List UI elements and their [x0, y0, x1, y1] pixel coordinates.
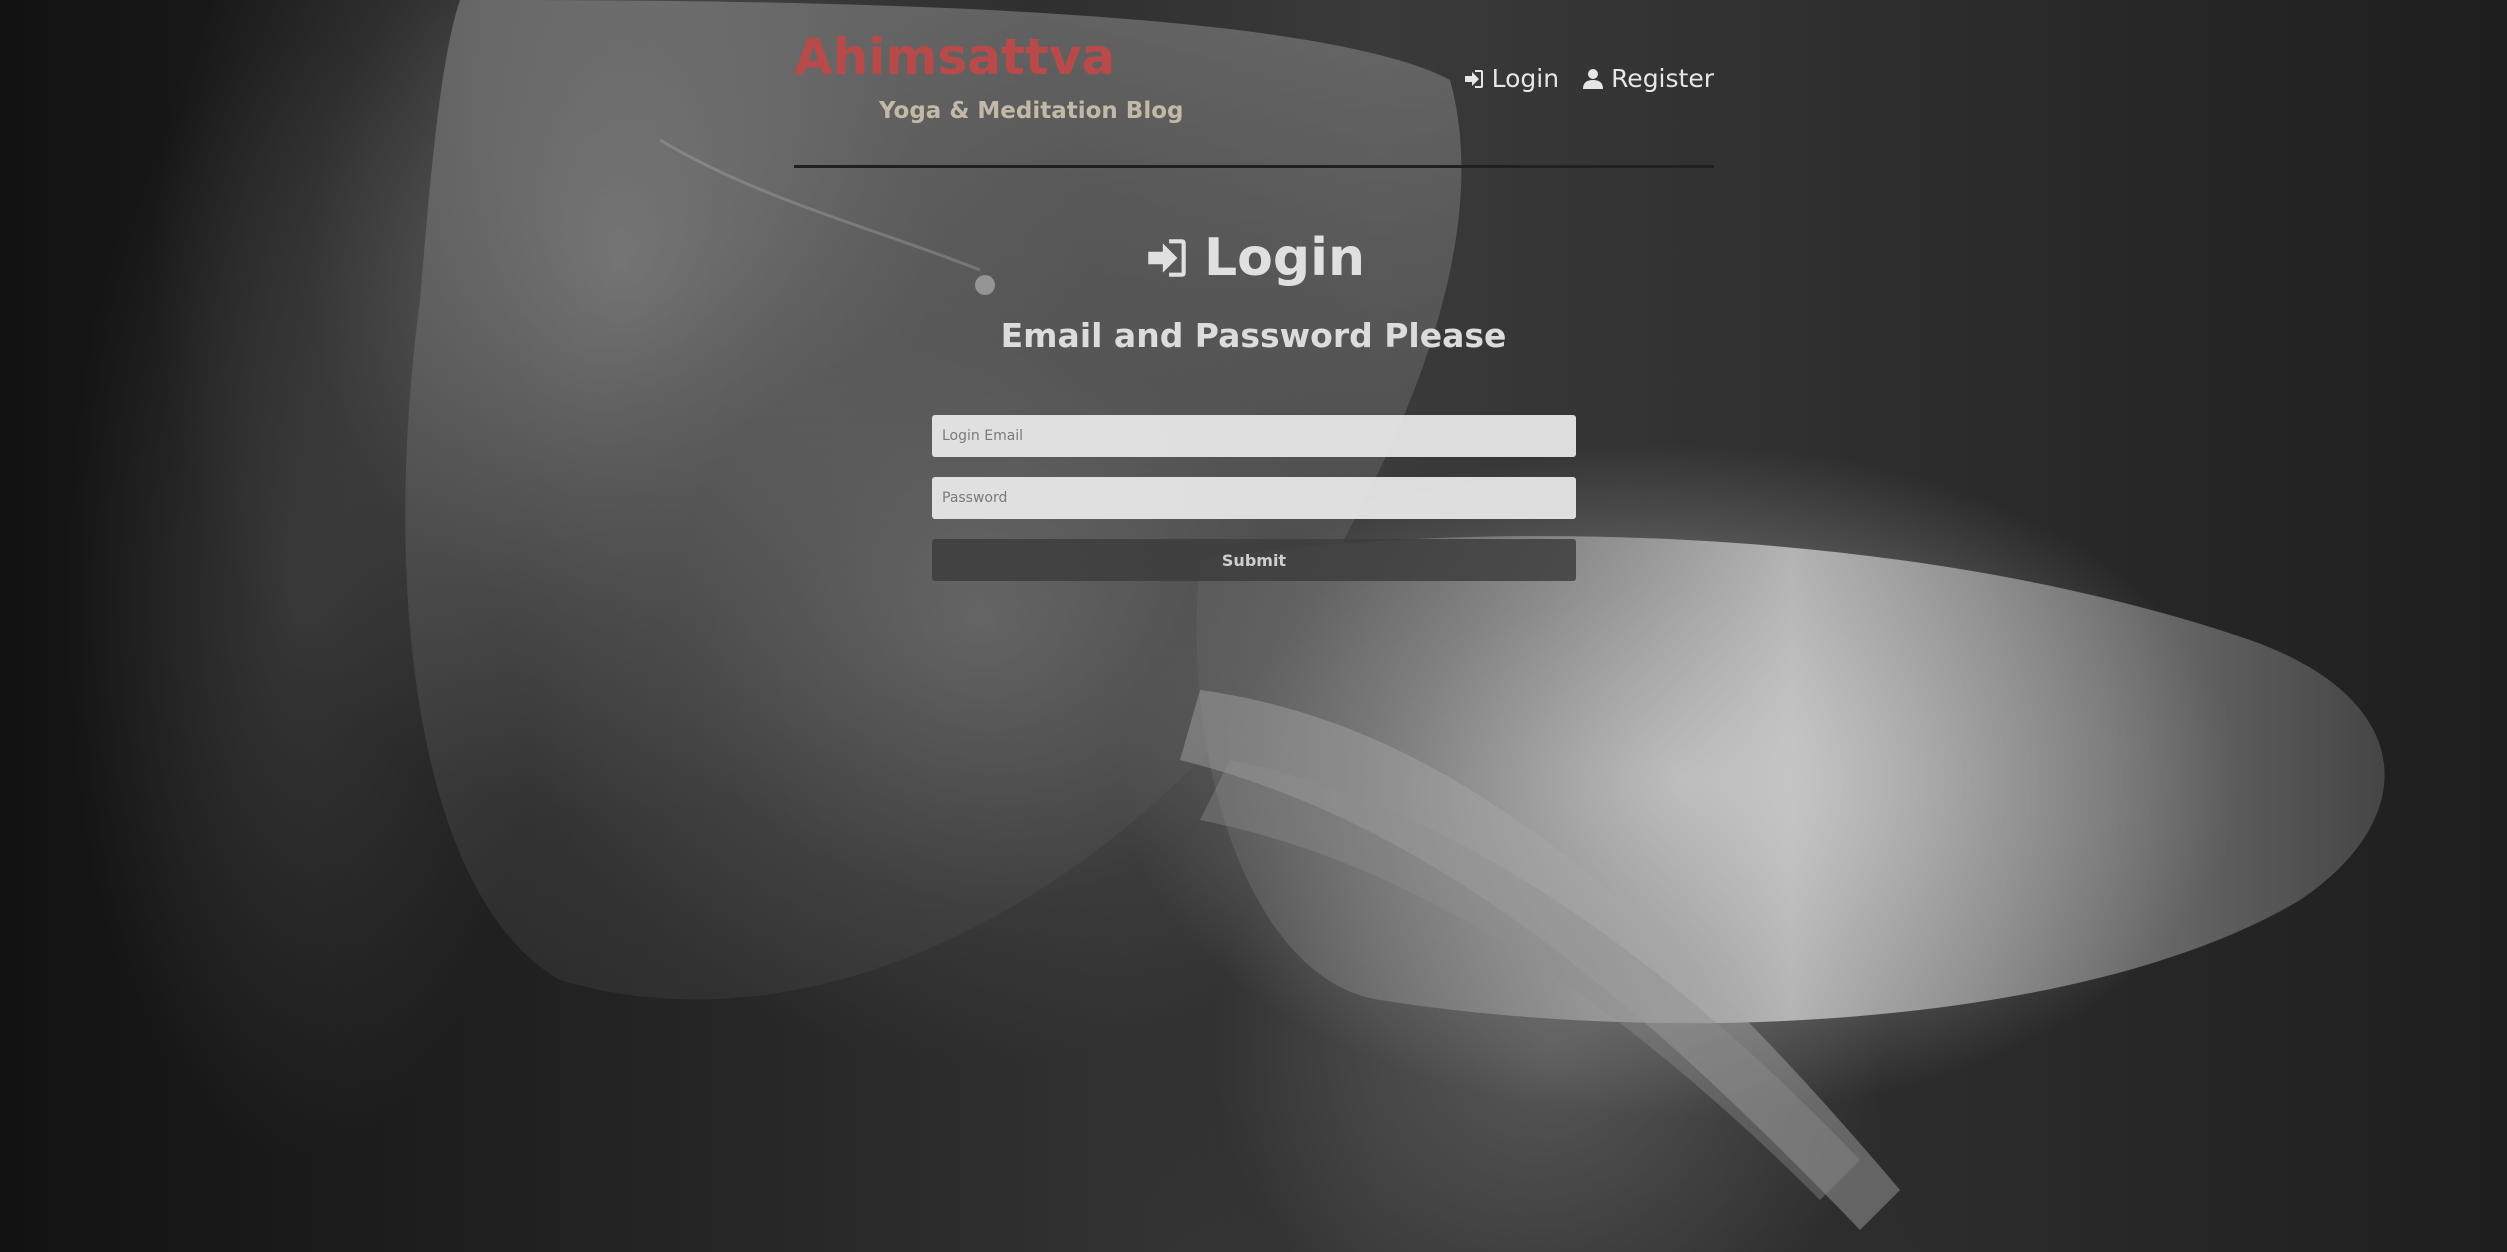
- brand-title[interactable]: Ahimsattva: [794, 28, 1115, 86]
- submit-button[interactable]: Submit: [932, 539, 1576, 581]
- sign-in-icon: [1464, 69, 1483, 88]
- nav-register-link[interactable]: Register: [1581, 64, 1714, 93]
- password-field[interactable]: [932, 477, 1576, 519]
- site-header: Ahimsattva Yoga & Meditation Blog Login …: [794, 22, 1714, 168]
- page-subtitle: Email and Password Please: [1000, 316, 1507, 355]
- nav-register-label: Register: [1611, 64, 1714, 93]
- sign-in-icon: [1148, 239, 1186, 277]
- background-photo: [405, 0, 2385, 1230]
- email-field[interactable]: [932, 415, 1576, 457]
- page-title: Login: [0, 228, 2507, 296]
- nav-login-link[interactable]: Login: [1462, 64, 1559, 93]
- user-icon: [1583, 68, 1604, 89]
- nav-login-label: Login: [1491, 64, 1560, 93]
- page-title-text: Login: [1204, 228, 1365, 288]
- brand-subtitle: Yoga & Meditation Blog: [879, 98, 1184, 124]
- login-form: Submit: [932, 415, 1576, 581]
- main-nav: Login Register: [1462, 64, 1714, 93]
